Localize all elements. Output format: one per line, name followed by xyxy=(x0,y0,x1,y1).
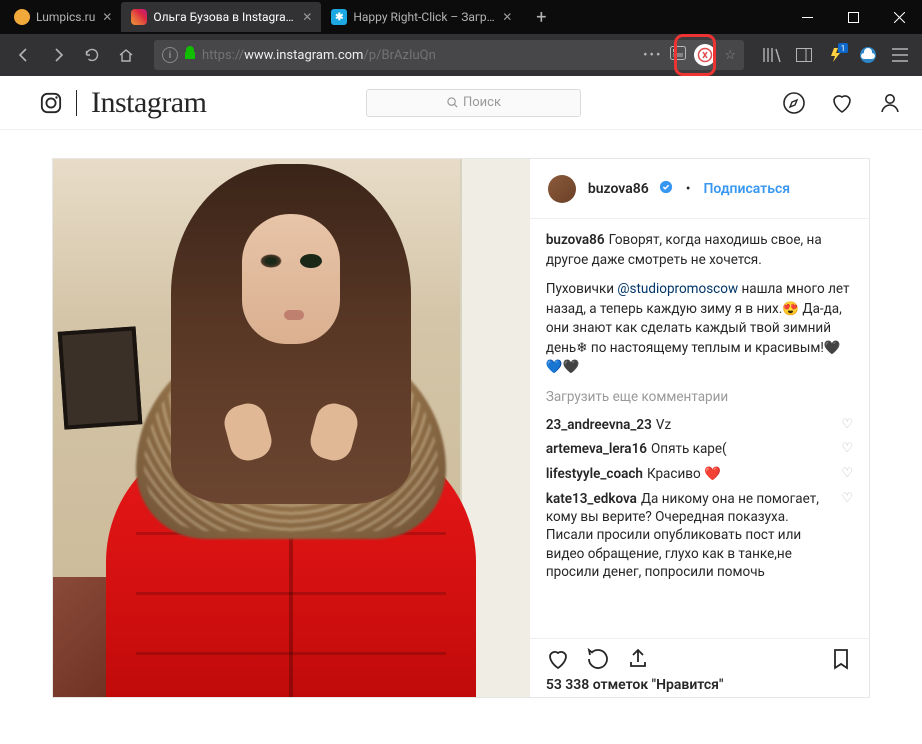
instagram-wordmark: Instagram xyxy=(91,86,206,120)
instagram-nav xyxy=(782,91,902,115)
reload-button[interactable] xyxy=(76,39,108,71)
tab-instagram[interactable]: Ольга Бузова в Instagram: «Г ✕ xyxy=(121,2,321,32)
caption-text-2a: Пуховички xyxy=(546,281,618,297)
site-icon xyxy=(131,9,147,25)
share-icon[interactable] xyxy=(626,647,650,671)
url-bar[interactable]: i https://www.instagram.com/p/BrAzIuQn •… xyxy=(154,40,744,70)
comment-user[interactable]: artemeva_lera16 xyxy=(546,441,647,457)
comment: artemeva_lera16Опять каре( ♡ xyxy=(546,440,853,459)
profile-icon[interactable] xyxy=(878,91,902,115)
browser-chrome: Lumpics.ru ✕ Ольга Бузова в Instagram: «… xyxy=(0,0,922,76)
search-placeholder: Поиск xyxy=(463,95,501,110)
close-button[interactable] xyxy=(876,2,922,32)
instagram-header: Instagram Поиск xyxy=(0,76,922,130)
post-header: buzova86 • Подписаться xyxy=(530,159,869,219)
url-text: https://www.instagram.com/p/BrAzIuQn xyxy=(202,48,637,63)
load-more-comments[interactable]: Загрузить еще комментарии xyxy=(546,388,853,408)
window-controls xyxy=(784,2,922,32)
verified-icon xyxy=(659,180,673,197)
extension-savefrom-icon[interactable] xyxy=(854,41,882,69)
avatar[interactable] xyxy=(546,173,578,205)
toolbar: i https://www.instagram.com/p/BrAzIuQn •… xyxy=(0,34,922,76)
home-button[interactable] xyxy=(110,39,142,71)
close-icon[interactable]: ✕ xyxy=(299,9,315,25)
heart-icon[interactable]: ♡ xyxy=(841,490,853,509)
close-icon[interactable]: ✕ xyxy=(99,9,115,25)
menu-icon[interactable] xyxy=(886,41,914,69)
back-button[interactable] xyxy=(8,39,40,71)
more-icon[interactable]: ••• xyxy=(643,48,662,63)
comment: kate13_edkovaДа никому она не помогает, … xyxy=(546,490,853,581)
post-actions: 53 338 отметок "Нравится" xyxy=(530,638,869,697)
minimize-button[interactable] xyxy=(784,2,830,32)
forward-button[interactable] xyxy=(42,39,74,71)
follow-button[interactable]: Подписаться xyxy=(703,181,790,197)
comment: 23_andreevna_23Vz ♡ xyxy=(546,416,853,435)
url-actions: ••• ☆ xyxy=(643,44,736,66)
extension-icon[interactable] xyxy=(694,44,716,66)
comment-user[interactable]: 23_andreevna_23 xyxy=(546,417,652,433)
caption: buzova86Говорят, когда находишь свое, на… xyxy=(546,231,853,270)
new-tab-button[interactable]: + xyxy=(527,3,555,31)
site-icon xyxy=(14,9,30,25)
heart-icon[interactable]: ♡ xyxy=(841,465,853,484)
heart-icon[interactable]: ♡ xyxy=(841,440,853,459)
mention-link[interactable]: @studiopromoscow xyxy=(617,281,738,297)
post-image[interactable] xyxy=(53,159,530,697)
tab-lumpics[interactable]: Lumpics.ru ✕ xyxy=(4,2,121,32)
caption-username[interactable]: buzova86 xyxy=(546,232,605,248)
reader-icon[interactable] xyxy=(670,46,686,64)
lock-icon xyxy=(184,46,196,64)
library-icon[interactable] xyxy=(758,41,786,69)
separator: • xyxy=(686,181,691,197)
logo-group[interactable]: Instagram xyxy=(40,86,206,120)
maximize-button[interactable] xyxy=(830,2,876,32)
search-input[interactable]: Поиск xyxy=(366,89,581,117)
close-icon[interactable]: ✕ xyxy=(499,9,515,25)
sidebar-icon[interactable] xyxy=(790,41,818,69)
comment-icon[interactable] xyxy=(586,647,610,671)
search-icon xyxy=(447,97,458,108)
post-sidebar: buzova86 • Подписаться buzova86Говорят, … xyxy=(530,159,869,697)
comment: lifestyyle_coachКрасиво ❤️ ♡ xyxy=(546,465,853,484)
tab-strip: Lumpics.ru ✕ Ольга Бузова в Instagram: «… xyxy=(0,0,922,34)
divider xyxy=(76,90,77,116)
heart-icon[interactable] xyxy=(830,91,854,115)
bookmark-icon[interactable] xyxy=(829,647,853,671)
likes-count[interactable]: 53 338 отметок "Нравится" xyxy=(546,677,853,693)
comment-text: Красиво ❤️ xyxy=(647,466,721,482)
like-icon[interactable] xyxy=(546,647,570,671)
site-icon: ✱ xyxy=(331,9,347,25)
tab-label: Ольга Бузова в Instagram: «Г xyxy=(153,10,295,24)
tab-label: Happy Right-Click – Загрузи xyxy=(353,10,495,24)
comment-text: Опять каре( xyxy=(651,441,727,457)
heart-icon[interactable]: ♡ xyxy=(841,416,853,435)
bookmark-icon[interactable]: ☆ xyxy=(724,48,736,63)
tab-label: Lumpics.ru xyxy=(36,10,95,24)
comment-text: Vz xyxy=(656,417,671,433)
username[interactable]: buzova86 xyxy=(588,181,649,197)
info-icon[interactable]: i xyxy=(162,47,178,63)
post-card: buzova86 • Подписаться buzova86Говорят, … xyxy=(52,158,870,698)
explore-icon[interactable] xyxy=(782,91,806,115)
toolbar-extensions xyxy=(758,41,914,69)
comment-user[interactable]: lifestyyle_coach xyxy=(546,466,643,482)
caption-continued: Пуховички @studiopromoscow нашла много л… xyxy=(546,280,853,378)
caption-area: buzova86Говорят, когда находишь свое, на… xyxy=(530,219,869,638)
tab-happy-right-click[interactable]: ✱ Happy Right-Click – Загрузи ✕ xyxy=(321,2,521,32)
extension-runner-icon[interactable] xyxy=(822,41,850,69)
camera-icon xyxy=(40,92,62,114)
comment-user[interactable]: kate13_edkova xyxy=(546,491,637,507)
